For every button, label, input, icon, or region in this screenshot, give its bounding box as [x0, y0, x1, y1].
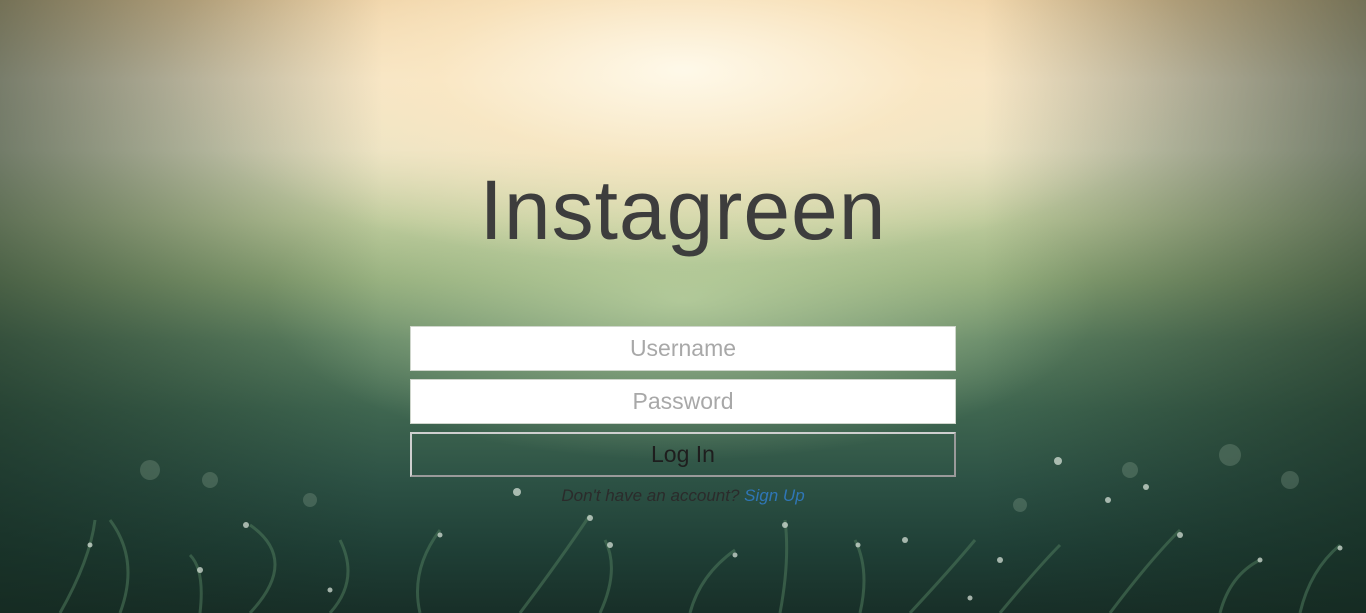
username-input[interactable]	[410, 326, 956, 371]
grass-background-image	[58, 444, 1343, 613]
signup-link[interactable]: Sign Up	[744, 486, 804, 505]
app-title: Instagreen	[479, 163, 887, 257]
login-page: Instagreen Log In Don't have an account?…	[0, 0, 1366, 613]
password-input[interactable]	[410, 379, 956, 424]
login-button[interactable]: Log In	[410, 432, 956, 477]
signup-prompt-text: Don't have an account?	[561, 486, 740, 505]
signup-prompt-line: Don't have an account? Sign Up	[410, 486, 956, 506]
background-vignette	[0, 0, 1366, 613]
login-form: Log In Don't have an account? Sign Up	[410, 326, 956, 506]
